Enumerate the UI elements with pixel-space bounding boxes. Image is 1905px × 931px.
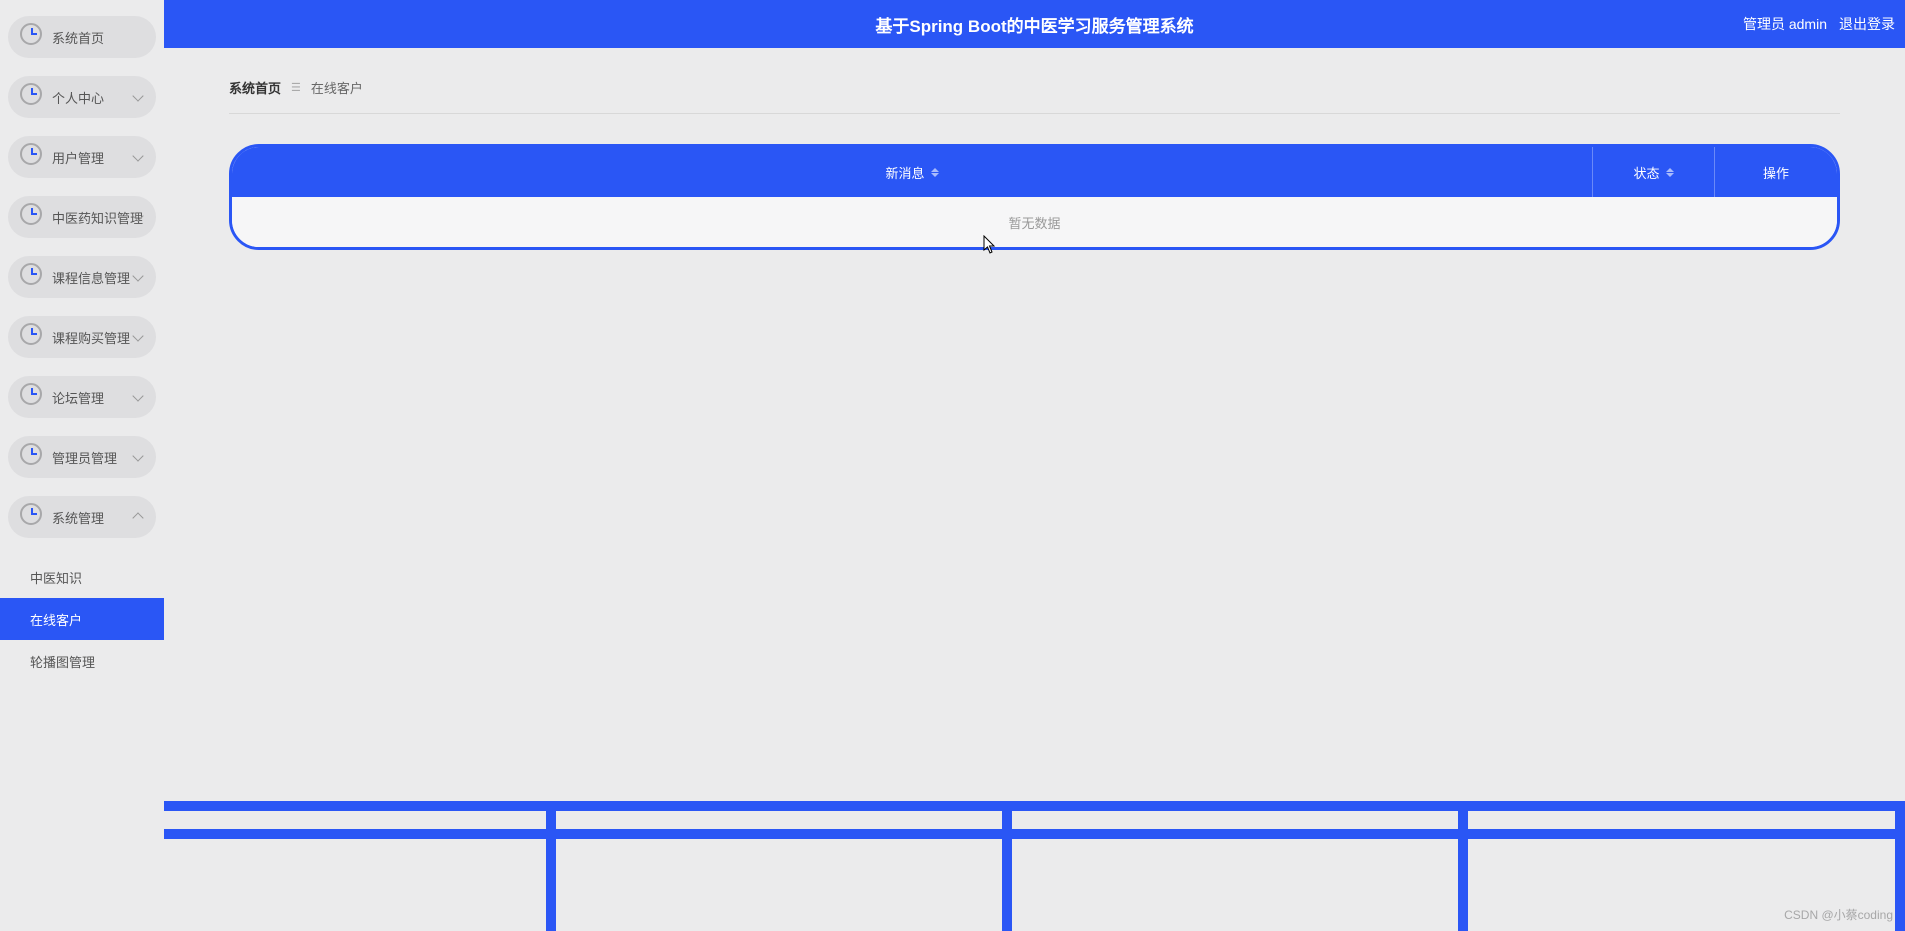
main-content: 系统首页 ☰ 在线客户 新消息 状态 操作 暂无数据 xyxy=(164,48,1905,931)
sidebar-item-course-info[interactable]: 课程信息管理 xyxy=(8,256,156,298)
sidebar-sub-online-customer[interactable]: 在线客户 xyxy=(0,598,164,640)
watermark-text: CSDN @小蔡coding xyxy=(1784,906,1893,923)
data-table: 新消息 状态 操作 暂无数据 xyxy=(229,144,1840,250)
sidebar-item-users[interactable]: 用户管理 xyxy=(8,136,156,178)
table-header-message[interactable]: 新消息 xyxy=(232,147,1593,197)
sidebar-item-forum[interactable]: 论坛管理 xyxy=(8,376,156,418)
chevron-down-icon xyxy=(132,150,143,161)
sidebar-item-label: 个人中心 xyxy=(52,88,104,107)
table-header-status[interactable]: 状态 xyxy=(1593,147,1715,197)
chevron-up-icon xyxy=(132,512,143,523)
sidebar-item-label: 中医药知识管理 xyxy=(52,208,143,227)
chevron-down-icon xyxy=(132,330,143,341)
table-header-label: 状态 xyxy=(1633,163,1659,182)
breadcrumb-separator-icon: ☰ xyxy=(291,81,301,94)
admin-label[interactable]: 管理员 admin xyxy=(1743,14,1827,34)
sidebar-item-label: 用户管理 xyxy=(52,148,104,167)
table-header-label: 新消息 xyxy=(885,163,924,182)
sidebar-item-profile[interactable]: 个人中心 xyxy=(8,76,156,118)
app-header: 基于Spring Boot的中医学习服务管理系统 管理员 admin 退出登录 xyxy=(164,0,1905,48)
sort-icon xyxy=(931,168,939,177)
clock-icon xyxy=(20,443,42,465)
sidebar-item-course-purchase[interactable]: 课程购买管理 xyxy=(8,316,156,358)
sidebar-item-system[interactable]: 系统管理 xyxy=(8,496,156,538)
sidebar-item-label: 系统管理 xyxy=(52,508,104,527)
clock-icon xyxy=(20,143,42,165)
logout-link[interactable]: 退出登录 xyxy=(1839,14,1895,34)
sidebar-sub-label: 轮播图管理 xyxy=(30,652,95,671)
chevron-down-icon xyxy=(132,450,143,461)
sidebar-item-tcm-knowledge[interactable]: 中医药知识管理 xyxy=(8,196,156,238)
sidebar-item-label: 管理员管理 xyxy=(52,448,117,467)
sidebar-item-label: 课程信息管理 xyxy=(52,268,130,287)
clock-icon xyxy=(20,383,42,405)
sidebar-sub-tcm-knowledge[interactable]: 中医知识 xyxy=(0,556,164,598)
clock-icon xyxy=(20,503,42,525)
table-header-action: 操作 xyxy=(1715,147,1837,197)
breadcrumb: 系统首页 ☰ 在线客户 xyxy=(229,78,1840,114)
sidebar-sub-label: 中医知识 xyxy=(30,568,82,587)
chevron-down-icon xyxy=(132,270,143,281)
sidebar-item-admin[interactable]: 管理员管理 xyxy=(8,436,156,478)
sidebar-item-label: 课程购买管理 xyxy=(52,328,130,347)
chevron-down-icon xyxy=(132,90,143,101)
app-title: 基于Spring Boot的中医学习服务管理系统 xyxy=(875,12,1193,37)
clock-icon xyxy=(20,263,42,285)
table-header-row: 新消息 状态 操作 xyxy=(232,147,1837,197)
sidebar-item-label: 论坛管理 xyxy=(52,388,104,407)
table-empty-state: 暂无数据 xyxy=(232,197,1837,247)
clock-icon xyxy=(20,23,42,45)
chevron-down-icon xyxy=(132,390,143,401)
sidebar-sub-carousel[interactable]: 轮播图管理 xyxy=(0,640,164,682)
header-user-area: 管理员 admin 退出登录 xyxy=(1743,14,1895,34)
table-header-label: 操作 xyxy=(1763,163,1789,182)
sidebar-item-label: 系统首页 xyxy=(52,28,104,47)
sidebar-item-home[interactable]: 系统首页 xyxy=(8,16,156,58)
clock-icon xyxy=(20,203,42,225)
sort-icon xyxy=(1666,168,1674,177)
clock-icon xyxy=(20,323,42,345)
sidebar: 系统首页 个人中心 用户管理 中医药知识管理 课程信息管理 课程购买管理 论坛管… xyxy=(0,0,164,931)
clock-icon xyxy=(20,83,42,105)
breadcrumb-current: 在线客户 xyxy=(311,78,363,97)
sidebar-sub-label: 在线客户 xyxy=(30,610,82,629)
breadcrumb-home[interactable]: 系统首页 xyxy=(229,78,281,97)
